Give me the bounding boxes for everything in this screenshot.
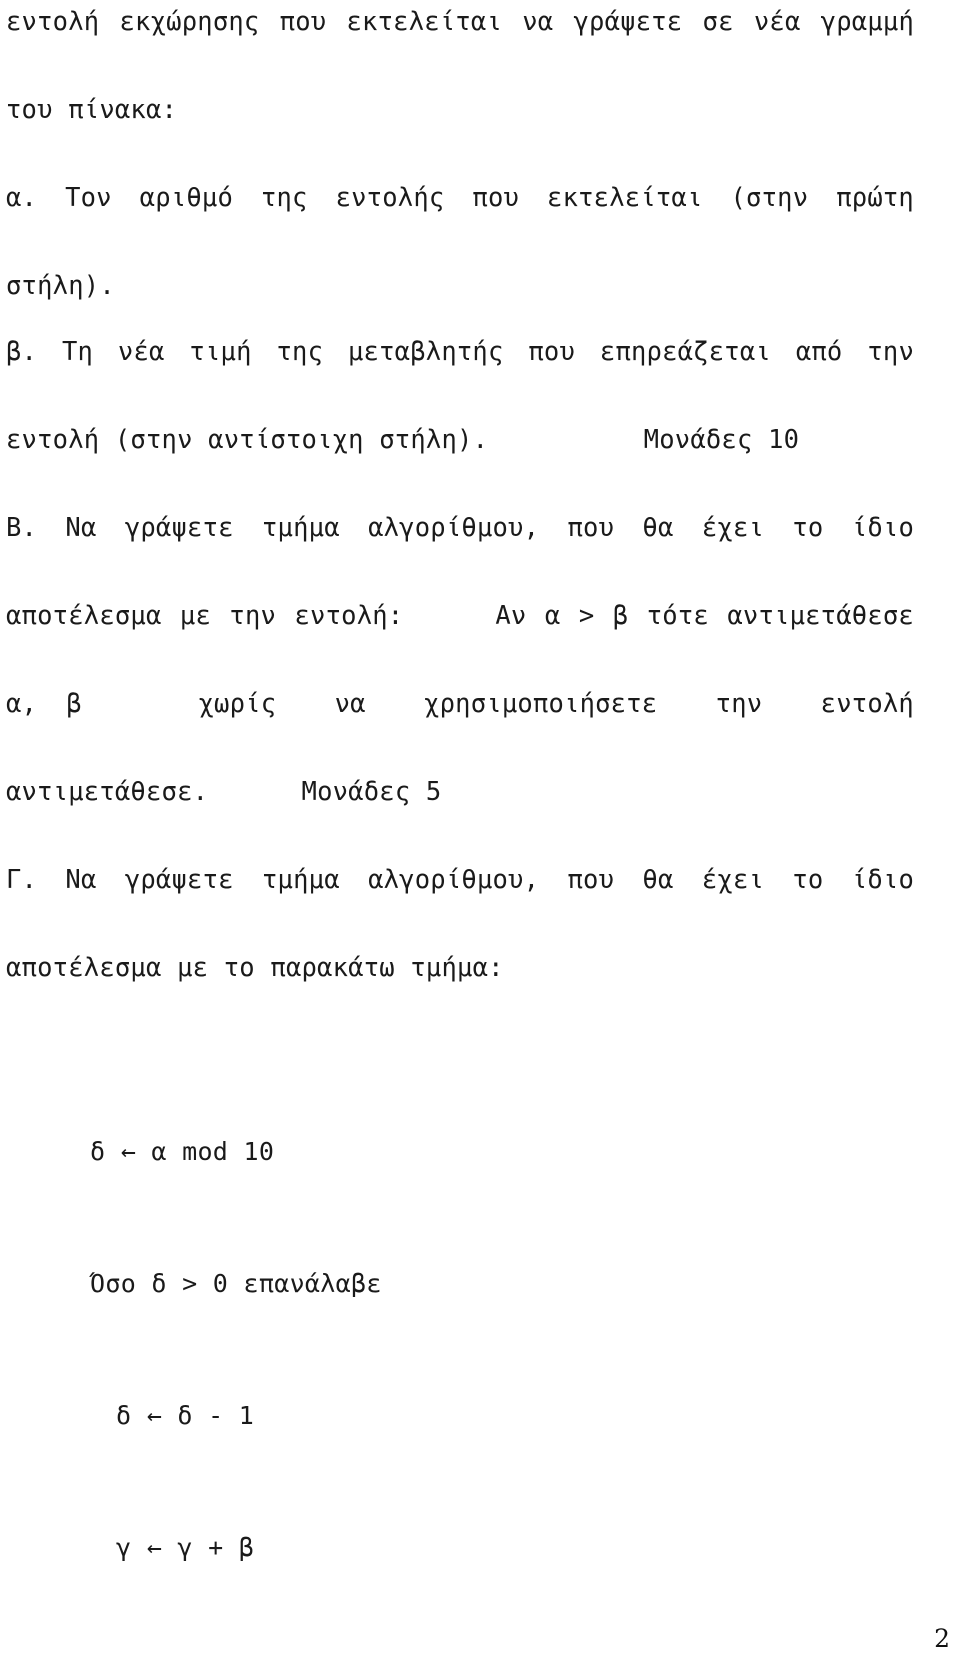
question-c-line-1: Γ. Να γράψετε τμήμα αλγορίθμου, που θα έ… — [6, 865, 914, 895]
code-line-while-loop: Όσο δ > 0 επανάλαβε — [90, 1269, 382, 1298]
exam-page: εντολή εκχώρησης που εκτελείται να γράψε… — [0, 0, 960, 1662]
intro-paragraph-line-2: του πίνακα: — [6, 95, 178, 125]
question-b-line-2: αποτέλεσμα με την εντολή: Αν α > β τότε … — [6, 594, 914, 682]
item-beta-line-2: εντολή (στην αντίστοιχη στήλη). Μονάδες … — [6, 418, 914, 462]
intro-paragraph-line-1: εντολή εκχώρησης που εκτελείται να γράψε… — [6, 7, 914, 37]
code-line-decrement-delta: δ ← δ - 1 — [116, 1401, 255, 1430]
question-b-lead: αποτέλεσμα με την εντολή: — [6, 601, 404, 631]
page-content: εντολή εκχώρησης που εκτελείται να γράψε… — [6, 0, 914, 1662]
item-alpha-line-2: στήλη). — [6, 271, 115, 301]
item-beta-line-1: β. Τη νέα τιμή της μεταβλητής που επηρεά… — [6, 337, 914, 367]
marks-beta: Μονάδες 10 — [643, 425, 800, 455]
item-alpha-line-1: α. Τον αριθμό της εντολής που εκτελείται… — [6, 183, 914, 213]
algorithm-code-block: δ ← α mod 10 Όσο δ > 0 επανάλαβε δ ← δ -… — [6, 1042, 914, 1662]
page-number: 2 — [934, 1624, 950, 1653]
question-b-tail: αντιμετάθεσε. — [6, 777, 209, 807]
code-line-accumulate-gamma: γ ← γ + β — [116, 1533, 255, 1562]
question-b-code-inline: Αν α > β τότε αντιμετάθεσε — [495, 601, 914, 631]
question-c-line-2: αποτέλεσμα με το παρακάτω τμήμα: — [6, 953, 504, 983]
question-b-line-4: αντιμετάθεσε. Μονάδες 5 — [6, 770, 914, 814]
question-b-line-1: Β. Να γράψετε τμήμα αλγορίθμου, που θα έ… — [6, 513, 914, 543]
question-b-line-3: α, β χωρίς να χρησιμοποιήσετε την εντολή — [6, 689, 914, 719]
item-beta-text-tail: εντολή (στην αντίστοιχη στήλη). — [6, 425, 489, 455]
code-line-assign-delta: δ ← α mod 10 — [90, 1137, 275, 1166]
marks-b: Μονάδες 5 — [301, 777, 442, 807]
code-line-end-loop: Τέλος_επανάληψης — [6, 1658, 914, 1662]
